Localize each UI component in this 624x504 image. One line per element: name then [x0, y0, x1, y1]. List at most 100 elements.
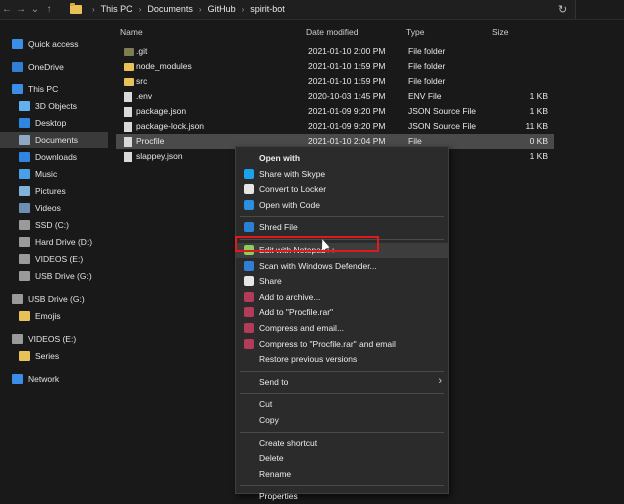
menu-item-compress-to-procfile-rar-and-email[interactable]: Compress to "Procfile.rar" and email: [236, 337, 448, 352]
menu-item-label: Properties: [259, 491, 298, 502]
sidebar-item-label: USB Drive (G:): [28, 294, 85, 304]
sidebar-item[interactable]: Emojis: [0, 308, 108, 324]
file-type: File: [408, 136, 422, 146]
sidebar-item[interactable]: Pictures: [0, 183, 108, 199]
menu-item-open-with-code[interactable]: Open with Code: [236, 198, 448, 213]
menu-item-label: Open with: [259, 153, 301, 163]
menu-item-properties[interactable]: Properties: [236, 489, 448, 504]
sidebar-item[interactable]: Quick access: [0, 36, 108, 52]
menu-item-open-with[interactable]: Open with: [236, 151, 448, 166]
column-header-size[interactable]: Size: [492, 27, 509, 37]
up-arrow-icon[interactable]: ↑: [42, 4, 56, 15]
column-header-type[interactable]: Type: [406, 27, 424, 37]
sidebar-item[interactable]: Music: [0, 166, 108, 182]
menu-item-scan-with-windows-defender[interactable]: Scan with Windows Defender...: [236, 259, 448, 274]
breadcrumb-spirit-bot[interactable]: spirit-bot: [250, 4, 285, 14]
file-icon: [124, 152, 132, 162]
sidebar-item[interactable]: Documents: [0, 132, 108, 148]
sidebar-item[interactable]: VIDEOS (E:): [0, 251, 108, 267]
sidebar-item-label: VIDEOS (E:): [28, 334, 77, 344]
file-type: File folder: [408, 46, 446, 56]
menu-item-cut[interactable]: Cut: [236, 397, 448, 412]
menu-item-send-to[interactable]: Send to ›: [236, 375, 448, 390]
menu-item-share[interactable]: Share: [236, 274, 448, 289]
menu-item-rename[interactable]: Rename: [236, 467, 448, 482]
highlight-box: [235, 236, 379, 252]
file-size: 1 KB: [529, 151, 548, 161]
menu-separator: [240, 485, 444, 487]
breadcrumb-separator-icon: ›: [138, 4, 142, 14]
sidebar-item-label: VIDEOS (E:): [35, 254, 84, 264]
menu-item-shred-file[interactable]: Shred File: [236, 220, 448, 235]
drive-icon: [19, 220, 30, 230]
sidebar-item-label: This PC: [28, 84, 59, 94]
cloud-icon: [12, 62, 23, 72]
menu-separator: [240, 393, 444, 395]
sidebar-item[interactable]: This PC: [0, 81, 108, 97]
sidebar-item[interactable]: SSD (C:): [0, 217, 108, 233]
file-row[interactable]: package.json 2021-01-09 9:20 PM JSON Sourc…: [116, 104, 548, 119]
menu-item-copy[interactable]: Copy: [236, 413, 448, 428]
column-header-date-modified[interactable]: Date modified: [306, 27, 358, 37]
sidebar-item[interactable]: USB Drive (G:): [0, 291, 108, 307]
usb-drive-icon: [12, 294, 23, 304]
back-arrow-icon[interactable]: ←: [0, 4, 14, 15]
usb-drive-icon: [19, 271, 30, 281]
menu-item-label: Compress to "Procfile.rar" and email: [259, 338, 396, 349]
menu-item-add-to-archive[interactable]: Add to archive...: [236, 290, 448, 305]
file-row[interactable]: package-lock.json 2021-01-09 9:20 PM JSON …: [116, 119, 548, 134]
menu-item-restore-previous-versions[interactable]: Restore previous versions: [236, 352, 448, 367]
file-size: 11 KB: [525, 121, 548, 131]
forward-arrow-icon[interactable]: →: [14, 4, 28, 15]
menu-item-compress-and-email[interactable]: Compress and email...: [236, 321, 448, 336]
breadcrumb-this-pc[interactable]: This PC: [101, 4, 133, 14]
sidebar-item[interactable]: USB Drive (G:): [0, 268, 108, 284]
sidebar-item[interactable]: Network: [0, 371, 108, 387]
refresh-icon[interactable]: ↻: [558, 3, 567, 16]
file-icon: [124, 122, 132, 132]
breadcrumb-documents[interactable]: Documents: [147, 4, 193, 14]
file-name: package.json: [136, 106, 187, 116]
menu-item-create-shortcut[interactable]: Create shortcut: [236, 436, 448, 451]
menu-item-add-to-procfile-rar[interactable]: Add to "Procfile.rar": [236, 305, 448, 320]
menu-item-label: Restore previous versions: [259, 354, 358, 365]
recent-locations-chevron-icon[interactable]: ⌄: [28, 4, 42, 15]
sidebar-item[interactable]: Videos: [0, 200, 108, 216]
folder-icon: [124, 48, 134, 56]
file-row[interactable]: node_modules 2021-01-10 1:59 PM File folde…: [116, 59, 546, 74]
sidebar-item[interactable]: Series: [0, 348, 108, 364]
menu-item-convert-to-locker[interactable]: Convert to Locker: [236, 182, 448, 197]
menu-item-share-with-skype[interactable]: Share with Skype: [236, 167, 448, 182]
folder-icon: [124, 78, 134, 86]
search-input[interactable]: [575, 0, 624, 19]
menu-item-label: Cut: [259, 399, 273, 410]
video-icon: [19, 203, 30, 213]
file-row[interactable]: .git 2021-01-10 2:00 PM File folder: [116, 44, 546, 59]
file-row[interactable]: src 2021-01-10 1:59 PM File folder: [116, 74, 546, 89]
sidebar-item[interactable]: 3D Objects: [0, 98, 108, 114]
folder-icon: [19, 351, 30, 361]
column-header-name[interactable]: Name: [120, 27, 143, 37]
locker-icon: [244, 184, 254, 195]
sidebar-item[interactable]: Desktop: [0, 115, 108, 131]
menu-item-delete[interactable]: Delete: [236, 451, 448, 466]
sidebar-item[interactable]: Downloads: [0, 149, 108, 165]
sidebar-item[interactable]: VIDEOS (E:): [0, 331, 108, 347]
sidebar-item[interactable]: Hard Drive (D:): [0, 234, 108, 250]
file-name: node_modules: [136, 61, 192, 71]
file-name: src: [136, 76, 148, 86]
address-bar[interactable]: › This PC › Documents › GitHub › spirit-…: [70, 1, 550, 17]
file-date: 2020-10-03 1:45 PM: [308, 91, 386, 101]
sidebar-item-label: OneDrive: [28, 62, 64, 72]
menu-separator: [240, 431, 444, 433]
file-icon: [124, 107, 132, 117]
menu-item-label: Rename: [259, 468, 292, 479]
file-date: 2021-01-10 2:00 PM: [308, 46, 386, 56]
vscode-icon: [244, 199, 254, 210]
file-row[interactable]: .env 2020-10-03 1:45 PM ENV File 1 KB: [116, 89, 548, 104]
menu-separator: [240, 216, 444, 218]
drive-icon: [19, 254, 30, 264]
sidebar-item[interactable]: OneDrive: [0, 59, 108, 75]
breadcrumb-github[interactable]: GitHub: [208, 4, 236, 14]
file-name: .git: [136, 46, 148, 56]
